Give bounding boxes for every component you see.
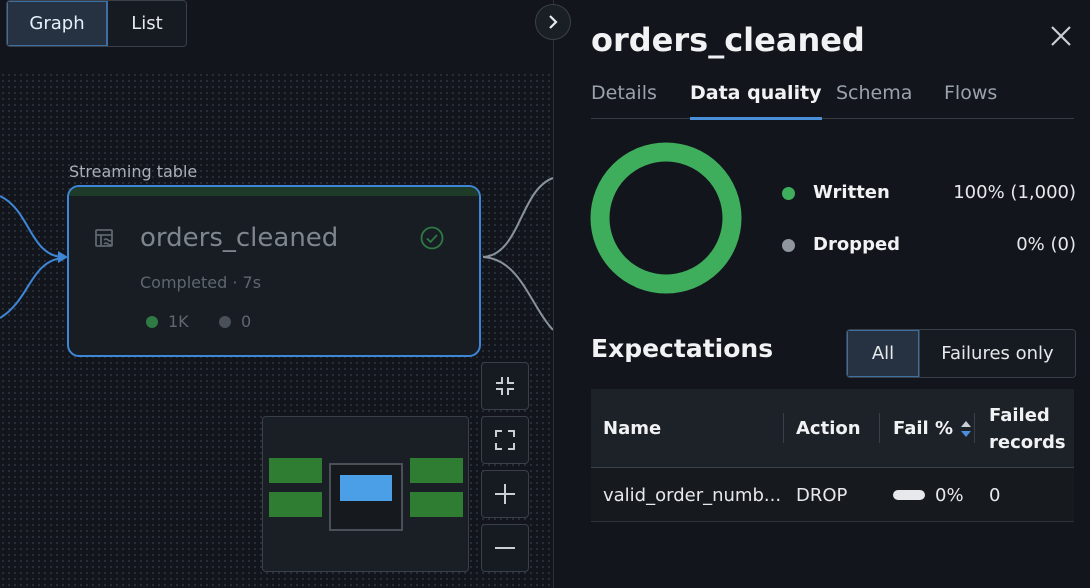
dropped-count-value: 0 <box>241 312 252 331</box>
tab-details[interactable]: Details <box>591 82 657 119</box>
tab-schema[interactable]: Schema <box>836 82 912 119</box>
node-dropped-count: 0 <box>219 312 251 331</box>
expectations-title: Expectations <box>591 334 774 363</box>
edge-outgoing-upper <box>482 177 553 258</box>
zoom-in-icon <box>495 484 515 504</box>
data-quality-donut <box>590 142 742 294</box>
list-view-button[interactable]: List <box>108 1 186 46</box>
tab-data-quality[interactable]: Data quality <box>690 82 822 120</box>
written-legend-dot-icon <box>782 187 795 200</box>
minimap-node <box>269 458 322 483</box>
zoom-out-button[interactable] <box>481 524 529 572</box>
minimap-node <box>410 492 463 517</box>
close-icon[interactable] <box>1047 22 1075 50</box>
filter-failures-button[interactable]: Failures only <box>919 330 1075 377</box>
node-title: orders_cleaned <box>140 223 339 253</box>
fit-view-button[interactable] <box>481 416 529 464</box>
expectation-name: valid_order_numb... <box>603 484 782 506</box>
expectation-failed-records: 0 <box>989 484 1001 506</box>
collapse-panel-button[interactable] <box>535 4 571 40</box>
view-toggle: Graph List <box>6 0 187 47</box>
column-header-name[interactable]: Name <box>603 389 661 468</box>
fail-pct-label: Fail % <box>893 418 954 439</box>
expectation-action: DROP <box>796 484 848 506</box>
minimap-node <box>269 492 322 517</box>
dropped-dot-icon <box>219 315 231 328</box>
minimap[interactable] <box>262 416 469 572</box>
dropped-value: 0% (0) <box>1016 234 1076 255</box>
dropped-legend-dot-icon <box>782 239 795 252</box>
fail-pct-value: 0% <box>935 484 964 506</box>
written-dot-icon <box>146 315 158 328</box>
column-divider[interactable] <box>879 413 880 443</box>
edge-incoming-lower <box>0 257 63 319</box>
graph-canvas[interactable]: Graph List Streaming table orders_cleane… <box>0 0 553 588</box>
collapse-view-button[interactable] <box>481 362 529 410</box>
sort-icon[interactable] <box>959 418 973 440</box>
table-header: Name Action Fail % Failed records <box>591 389 1074 468</box>
column-header-fail-pct[interactable]: Fail % <box>893 389 973 468</box>
node-written-count: 1K <box>146 312 189 331</box>
fit-view-icon <box>495 430 515 450</box>
table-node-orders-cleaned[interactable]: orders_cleaned Completed · 7s 1K 0 <box>67 185 481 357</box>
expectations-filter: All Failures only <box>846 329 1076 378</box>
node-status-text: Completed · 7s <box>140 273 262 292</box>
column-header-action[interactable]: Action <box>796 389 861 468</box>
table-row[interactable]: valid_order_numb... DROP 0% 0 <box>591 468 1074 522</box>
expectation-fail-pct: 0% <box>893 468 964 522</box>
legend-dropped: Dropped 0% (0) <box>782 234 1076 260</box>
written-value: 100% (1,000) <box>953 182 1076 203</box>
check-circle-icon <box>420 226 444 250</box>
node-status-bar <box>69 187 479 196</box>
dropped-label: Dropped <box>813 234 901 255</box>
filter-all-button[interactable]: All <box>847 330 919 377</box>
graph-view-button[interactable]: Graph <box>7 1 108 46</box>
edge-outgoing-lower <box>482 256 553 331</box>
column-divider[interactable] <box>974 413 975 443</box>
zoom-out-icon <box>495 547 515 549</box>
panel-tabs: Details Data quality Schema Flows <box>591 82 1074 120</box>
column-divider[interactable] <box>783 413 784 443</box>
chevron-right-icon <box>549 15 558 29</box>
node-type-label: Streaming table <box>69 162 198 181</box>
panel-title: orders_cleaned <box>591 21 865 59</box>
column-header-failed-records[interactable]: Failed records <box>989 389 1069 468</box>
written-count-value: 1K <box>168 312 189 331</box>
collapse-icon <box>496 377 514 395</box>
zoom-in-button[interactable] <box>481 470 529 518</box>
minimap-node <box>410 458 463 483</box>
fail-pct-bar <box>893 490 925 500</box>
table-icon <box>95 229 113 247</box>
expectations-table: Name Action Fail % Failed records valid_… <box>591 389 1074 522</box>
minimap-selected-node <box>340 475 392 501</box>
tab-flows[interactable]: Flows <box>944 82 997 119</box>
written-label: Written <box>813 182 890 203</box>
edge-incoming-upper <box>0 195 63 258</box>
detail-panel: orders_cleaned Details Data quality Sche… <box>553 0 1090 588</box>
legend-written: Written 100% (1,000) <box>782 182 1076 208</box>
